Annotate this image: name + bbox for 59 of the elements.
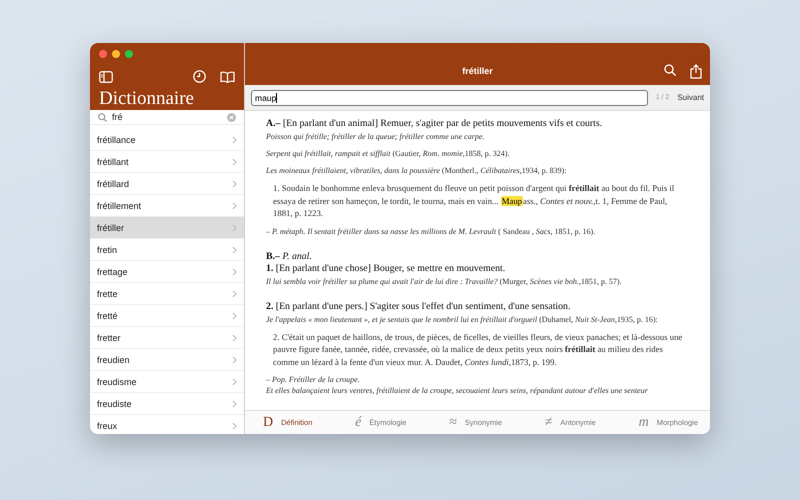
tab-glyph-icon: é <box>355 414 362 430</box>
chevron-icon <box>232 136 237 144</box>
chevron-icon <box>232 158 237 166</box>
example-text: – P. métaph. Il sentait frétiller dans sa nasse les millions de M. Levrault ( Sandeau , Sacs, 1851, p. 16). <box>266 226 596 236</box>
list-item[interactable]: frétiller <box>90 217 244 239</box>
chevron-icon <box>232 180 237 188</box>
chevron-icon <box>232 202 237 210</box>
definition-text: B.– P. anal. <box>266 250 313 262</box>
zoom-button[interactable] <box>125 50 133 58</box>
find-field[interactable]: maup <box>251 90 648 106</box>
list-item[interactable]: freudisme <box>90 371 244 393</box>
chevron-icon <box>232 334 237 342</box>
example-text: Et elles balançaient leurs ventres, frétillaient de la croupe, secouaient leurs seins, répandant autour d'elles une senteur <box>266 385 649 396</box>
clock-icon[interactable] <box>193 70 206 83</box>
chevron-icon <box>232 400 237 408</box>
window-title: frétiller <box>462 66 493 76</box>
definition-text: 1. [En parlant d'une chose] Bouger, se mettre en mouvement. <box>266 262 506 274</box>
list-item[interactable]: frette <box>90 283 244 305</box>
chevron-icon <box>232 422 237 430</box>
list-item[interactable]: fretter <box>90 327 244 349</box>
example-text: Les moineaux frétillaient, vibratiles, dans la poussière (Montherl., Célibataires,1934, p. 839): <box>266 165 568 176</box>
list-item[interactable]: freudiste <box>90 393 244 415</box>
list-item[interactable]: fretin <box>90 239 244 261</box>
tab-glyph-icon: m <box>638 414 649 430</box>
chevron-icon <box>232 312 237 320</box>
list-item[interactable]: frétillance <box>90 129 244 151</box>
list-item[interactable]: frétillant <box>90 151 244 173</box>
chevron-icon <box>232 290 237 298</box>
chevron-icon <box>232 268 237 276</box>
chevron-icon <box>232 378 237 386</box>
list-item[interactable]: frétillard <box>90 173 244 195</box>
book-icon[interactable] <box>220 70 235 82</box>
tab-glyph-icon: ≈ <box>449 414 457 430</box>
search-icon[interactable] <box>664 64 676 76</box>
example-text: Je l'appelais « mon lieutenant », et je sentais que le nombril lui en frétillait d'orgueil (Duhamel, Nuit St-Jean,1935, p. 16): <box>266 314 659 324</box>
example-text: – Pop. Frétiller de la croupe. <box>266 374 361 385</box>
chevron-icon <box>232 224 237 232</box>
app-title: Dictionnaire <box>99 88 195 110</box>
quotation-text: 2. C'était un paquet de haillons, de trous, de pièces, de ficelles, de vieilles fleurs, de vieux panaches; et là-dessous une pauvre figure fanée, tannée, ridée, crevassée, où la malice de deux petits yeux noirs frétillait au milieu des rides comme un lézard à la fente d'un vieux mur. A. Daudet, Contes lundi,1873, p. 199. <box>273 330 684 368</box>
sidebar-icon[interactable] <box>99 70 113 82</box>
minimize-button[interactable] <box>112 50 120 58</box>
tab-glyph-icon: D <box>263 414 274 430</box>
definition-text: A.– [En parlant d'un animal] Remuer, s'agiter par de petits mouvements vifs et courts. <box>266 118 604 130</box>
chevron-icon <box>232 246 237 254</box>
example-text: Serpent qui frétillait, rampait et sifflait (Gautier, Rom. momie,1858, p. 324). <box>266 148 510 159</box>
chevron-icon <box>232 356 237 364</box>
next-button[interactable]: Suivant <box>677 93 704 102</box>
search-icon <box>98 112 107 122</box>
list-item[interactable]: frettage <box>90 261 244 283</box>
example-text: Poisson qui frétille; frétiller de la queue; frétiller comme une carpe. <box>266 131 486 142</box>
share-icon[interactable] <box>690 64 702 78</box>
definition-text: 2. [En parlant d'une pers.] S'agiter sous l'effet d'un sentiment, d'une sensation. <box>266 300 572 312</box>
quotation-text: 1. Soudain le bonhomme enleva brusquement du fleuve un petit poisson d'argent qui frétillait au bout du fil. Puis il essaya de retirer son hameçon, le tordit, le tourna, mais en vain... Maupass., Contes et nouv.,t. 1, Femme de Paul, 1881, p. 1223. <box>273 182 676 220</box>
search-field[interactable]: fré <box>94 112 240 122</box>
tab-glyph-icon: ≠ <box>544 414 552 430</box>
list-item[interactable]: freux <box>90 415 244 434</box>
list-item[interactable]: fretté <box>90 305 244 327</box>
list-item[interactable]: freudien <box>90 349 244 371</box>
example-text: Il lui sembla voir frétiller sa plume qui avait l'air de lui dire : Travaille? (Murger, Scènes vie boh.,1851, p. 57). <box>266 276 623 286</box>
